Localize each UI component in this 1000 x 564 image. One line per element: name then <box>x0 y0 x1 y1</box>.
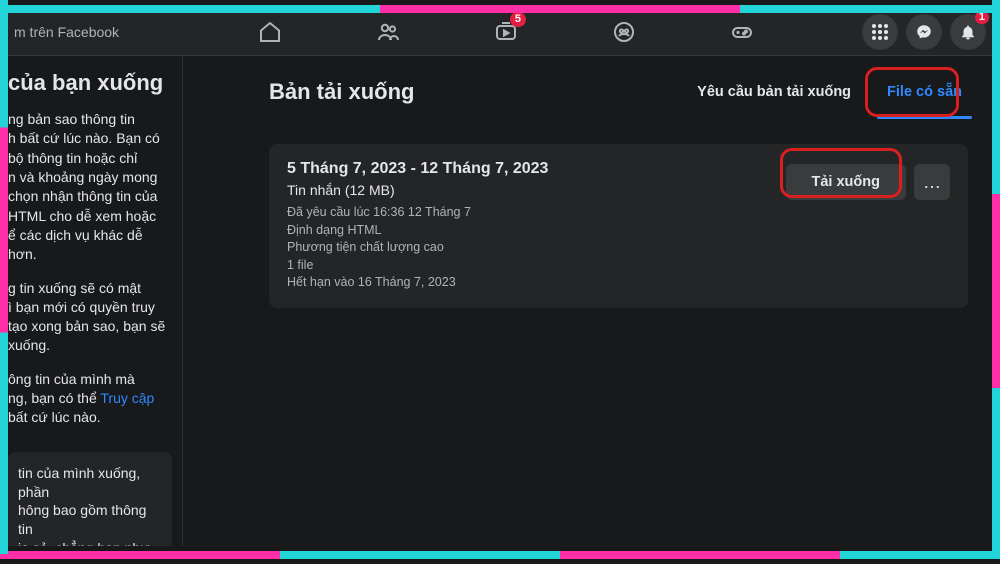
page-title: Bản tải xuống <box>269 79 667 105</box>
sidebar-info-card: tin của mình xuống, phầnhông bao gồm thô… <box>8 452 172 546</box>
download-date-range: 5 Tháng 7, 2023 - 12 Tháng 7, 2023 <box>287 160 774 178</box>
download-item-card: 5 Tháng 7, 2023 - 12 Tháng 7, 2023 Tin n… <box>269 144 968 308</box>
messenger-button[interactable] <box>906 14 942 50</box>
grid-icon <box>872 24 888 40</box>
watch-badge: 5 <box>510 12 526 27</box>
more-button[interactable]: … <box>914 164 950 200</box>
bell-icon <box>959 23 977 41</box>
download-meta-media: Phương tiện chất lượng cao <box>287 239 774 257</box>
watch-icon[interactable]: 5 <box>478 8 534 56</box>
decorative-frame-right <box>992 0 1000 554</box>
menu-grid-button[interactable] <box>862 14 898 50</box>
decorative-frame-bottom <box>0 546 1000 554</box>
tab-available-file[interactable]: File có sẵn <box>881 68 968 116</box>
download-meta-files: 1 file <box>287 257 774 275</box>
download-actions: Tải xuống … <box>786 160 950 200</box>
search-input[interactable]: m trên Facebook <box>8 24 188 40</box>
sidebar-paragraph-2: g tin xuống sẽ có mậtì bạn mới có quyền … <box>8 279 172 356</box>
nav-tabs: 5 <box>188 8 862 56</box>
notifications-button[interactable]: 1 <box>950 14 986 50</box>
download-meta-expiry: Hết hạn vào 16 Tháng 7, 2023 <box>287 274 774 292</box>
sidebar: của bạn xuống ng bản sao thông tinh bất … <box>8 56 182 546</box>
download-meta-format: Định dạng HTML <box>287 222 774 240</box>
main-content: Bản tải xuống Yêu cầu bản tải xuống File… <box>182 56 992 546</box>
download-button[interactable]: Tải xuống <box>786 164 906 200</box>
tab-request-download[interactable]: Yêu cầu bản tải xuống <box>691 68 857 116</box>
access-link[interactable]: Truy cập <box>100 390 154 406</box>
groups-icon[interactable] <box>596 8 652 56</box>
gaming-icon[interactable] <box>714 8 770 56</box>
download-item-info: 5 Tháng 7, 2023 - 12 Tháng 7, 2023 Tin n… <box>287 160 774 292</box>
sidebar-paragraph-3: ông tin của mình màng, bạn có thể Truy c… <box>8 370 172 428</box>
download-meta-requested: Đã yêu cầu lúc 16:36 12 Tháng 7 <box>287 204 774 222</box>
sidebar-paragraph-1: ng bản sao thông tinh bất cứ lúc nào. Bạ… <box>8 110 172 265</box>
decorative-frame-top <box>0 0 1000 8</box>
download-subtitle: Tin nhắn (12 MB) <box>287 182 774 198</box>
nav-right: 1 <box>862 14 992 50</box>
friends-icon[interactable] <box>360 8 416 56</box>
page-header: Bản tải xuống Yêu cầu bản tải xuống File… <box>269 64 968 120</box>
sidebar-card-p1: tin của mình xuống, phầnhông bao gồm thô… <box>18 464 162 546</box>
home-icon[interactable] <box>242 8 298 56</box>
top-navbar: m trên Facebook 5 1 <box>8 8 992 56</box>
messenger-icon <box>915 23 933 41</box>
sidebar-title: của bạn xuống <box>8 70 172 96</box>
decorative-frame-left <box>0 0 8 554</box>
